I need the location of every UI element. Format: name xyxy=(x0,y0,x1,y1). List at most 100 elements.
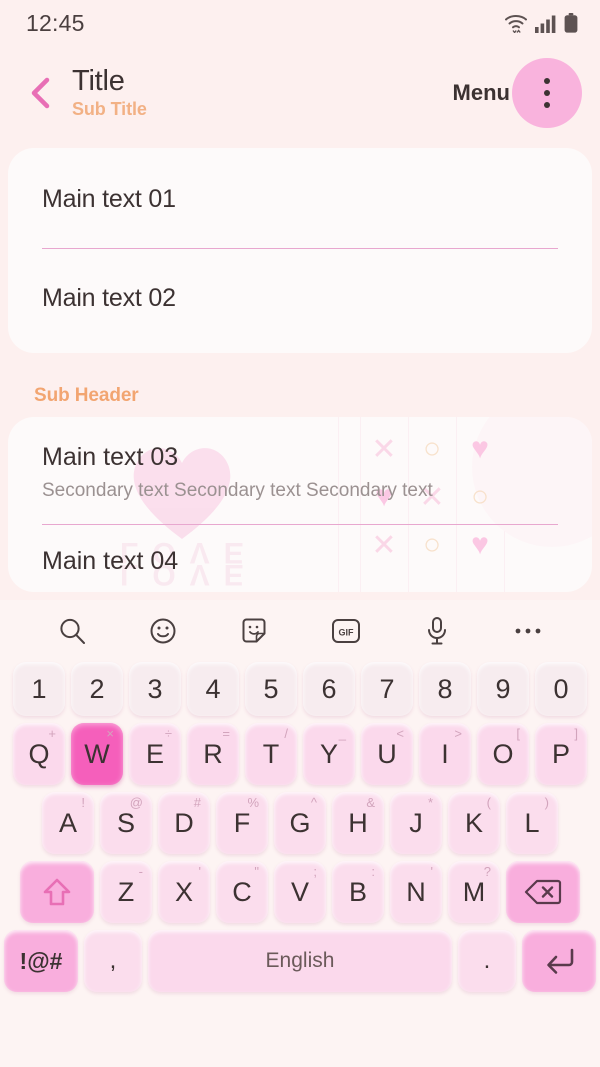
key-n-label: N xyxy=(406,876,426,907)
key-l[interactable]: ) L xyxy=(506,792,558,854)
status-bar: 12:45 xyxy=(0,0,600,46)
key-s[interactable]: @ S xyxy=(100,792,152,854)
key-t[interactable]: / T xyxy=(245,723,297,785)
key-q[interactable]: + Q xyxy=(13,723,65,785)
key-9[interactable]: 9 xyxy=(477,662,529,716)
status-clock: 12:45 xyxy=(26,9,85,36)
shift-key[interactable] xyxy=(20,861,94,923)
key-k-symbol: ( xyxy=(486,795,491,810)
key-r-label: R xyxy=(203,738,223,769)
key-c-symbol: " xyxy=(254,864,259,879)
key-b[interactable]: :B xyxy=(332,861,384,923)
list-item[interactable]: Main text 04 xyxy=(42,525,558,576)
key-w-symbol: × xyxy=(106,726,114,741)
status-icon-group xyxy=(504,13,578,33)
list-item-title: Main text 04 xyxy=(42,547,179,575)
keyboard-key-rows: 1 2 3 4 5 6 7 8 9 0 + Q × W ÷ E = R / T _ Y < U… xyxy=(0,662,600,992)
key-4[interactable]: 4 xyxy=(187,662,239,716)
menu-label[interactable]: Menu xyxy=(453,80,510,106)
key-q-label: Q xyxy=(28,738,50,769)
key-y-label: Y xyxy=(319,738,338,769)
key-h[interactable]: & H xyxy=(332,792,384,854)
keyboard-row-asdf: ! A @ S # D % F ^ G & H * J (K ) L xyxy=(4,792,596,854)
key-x[interactable]: ' X xyxy=(158,861,210,923)
key-q-symbol: + xyxy=(48,726,56,741)
enter-return-icon xyxy=(542,946,576,976)
list-item-subtitle: Secondary text Secondary text Secondary … xyxy=(42,480,433,501)
cellular-signal-icon xyxy=(535,15,557,33)
key-6[interactable]: 6 xyxy=(303,662,355,716)
overflow-menu-button[interactable] xyxy=(512,58,582,128)
key-f[interactable]: % F xyxy=(216,792,268,854)
comma-key[interactable]: , xyxy=(84,930,142,992)
battery-icon xyxy=(564,13,578,33)
list-item[interactable]: Main text 03 Secondary text Secondary te… xyxy=(42,443,558,502)
list-item[interactable]: Main text 01 xyxy=(42,148,558,248)
key-n[interactable]: ' N xyxy=(390,861,442,923)
key-p[interactable]: ] P xyxy=(535,723,587,785)
key-i-symbol: > xyxy=(454,726,462,741)
key-g-symbol: ^ xyxy=(310,795,317,810)
key-r[interactable]: = R xyxy=(187,723,239,785)
key-j[interactable]: * J xyxy=(390,792,442,854)
key-7[interactable]: 7 xyxy=(361,662,413,716)
key-e[interactable]: ÷ E xyxy=(129,723,181,785)
key-y-symbol: _ xyxy=(338,726,346,741)
more-options-icon[interactable] xyxy=(505,608,551,654)
key-u-symbol: < xyxy=(396,726,404,741)
section-sub-header: Sub Header xyxy=(34,385,139,406)
key-t-label: T xyxy=(262,738,280,769)
list-item-title: Main text 01 xyxy=(42,185,176,213)
header-titles: Title Sub Title xyxy=(72,66,453,119)
key-f-symbol: % xyxy=(247,795,259,810)
key-o-label: O xyxy=(492,738,514,769)
page-title: Title xyxy=(72,65,125,98)
key-z-symbol: - xyxy=(138,864,143,879)
key-o[interactable]: [O xyxy=(477,723,529,785)
page-subtitle: Sub Title xyxy=(72,98,147,119)
wifi-icon xyxy=(504,13,528,33)
key-0[interactable]: 0 xyxy=(535,662,587,716)
key-1[interactable]: 1 xyxy=(13,662,65,716)
period-key[interactable]: . xyxy=(458,930,516,992)
key-u[interactable]: < U xyxy=(361,723,413,785)
key-d[interactable]: # D xyxy=(158,792,210,854)
key-w[interactable]: × W xyxy=(71,723,123,785)
key-s-label: S xyxy=(116,807,135,838)
space-key[interactable]: English xyxy=(148,930,452,992)
key-z[interactable]: -Z xyxy=(100,861,152,923)
search-icon[interactable] xyxy=(49,608,95,654)
keyboard-toolbar: GIF xyxy=(0,600,600,662)
key-m[interactable]: ? M xyxy=(448,861,500,923)
key-3[interactable]: 3 xyxy=(129,662,181,716)
key-y[interactable]: _ Y xyxy=(303,723,355,785)
key-c-label: C xyxy=(232,876,252,907)
backspace-key[interactable] xyxy=(506,861,580,923)
key-t-symbol: / xyxy=(284,726,288,741)
key-u-label: U xyxy=(377,738,397,769)
key-v[interactable]: ; V xyxy=(274,861,326,923)
key-c[interactable]: " C xyxy=(216,861,268,923)
key-k-label: K xyxy=(464,807,483,838)
key-x-symbol: ' xyxy=(198,864,201,879)
key-i[interactable]: > I xyxy=(419,723,471,785)
symbols-key[interactable]: !@# xyxy=(4,930,78,992)
microphone-icon[interactable] xyxy=(414,608,460,654)
key-8[interactable]: 8 xyxy=(419,662,471,716)
key-e-label: E xyxy=(145,738,164,769)
enter-key[interactable] xyxy=(522,930,596,992)
key-a-symbol: ! xyxy=(81,795,85,810)
key-g-label: G xyxy=(289,807,311,838)
back-button[interactable] xyxy=(18,71,62,115)
sticker-icon[interactable] xyxy=(231,608,277,654)
emoji-icon[interactable] xyxy=(140,608,186,654)
key-j-symbol: * xyxy=(427,795,433,810)
key-g[interactable]: ^ G xyxy=(274,792,326,854)
key-5[interactable]: 5 xyxy=(245,662,297,716)
gif-icon[interactable]: GIF xyxy=(323,608,369,654)
list-item[interactable]: Main text 02 xyxy=(42,249,558,353)
keyboard-number-row: 1 2 3 4 5 6 7 8 9 0 xyxy=(4,662,596,716)
key-a[interactable]: ! A xyxy=(42,792,94,854)
key-k[interactable]: (K xyxy=(448,792,500,854)
key-2[interactable]: 2 xyxy=(71,662,123,716)
